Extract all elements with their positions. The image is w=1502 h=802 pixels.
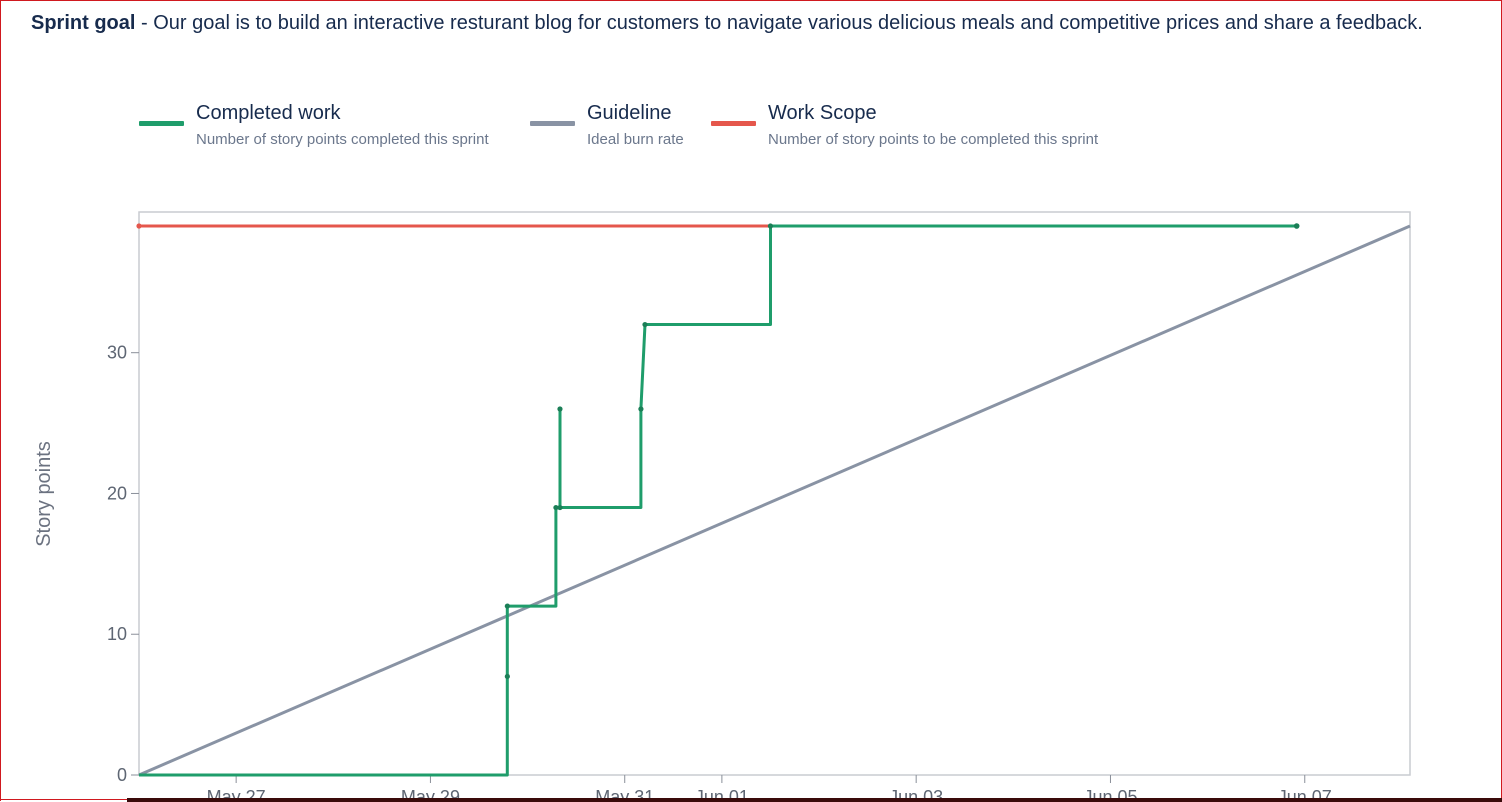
burnup-chart: 0102030Story pointsMay 27 May 29 May 31 Jun… xyxy=(33,211,1411,802)
bottom-border xyxy=(0,799,127,800)
data-point xyxy=(557,406,563,412)
data-point xyxy=(557,504,563,511)
data-point xyxy=(136,223,142,229)
y-tick-label: 10 xyxy=(107,624,127,644)
y-axis-title: Story points xyxy=(33,441,55,547)
scope-end-point xyxy=(1293,223,1300,229)
data-point xyxy=(767,223,774,229)
data-point xyxy=(638,406,644,412)
horizontal-scrollbar[interactable] xyxy=(127,798,1502,802)
data-point xyxy=(504,603,510,609)
series-line-guideline xyxy=(138,224,1411,777)
series-line-completed-work xyxy=(139,224,1297,777)
plot-frame xyxy=(138,211,1411,776)
y-tick-label: 0 xyxy=(117,765,127,785)
data-point xyxy=(504,673,510,680)
data-point xyxy=(642,321,648,328)
y-tick-label: 20 xyxy=(107,483,127,503)
y-tick-label: 30 xyxy=(107,343,127,363)
